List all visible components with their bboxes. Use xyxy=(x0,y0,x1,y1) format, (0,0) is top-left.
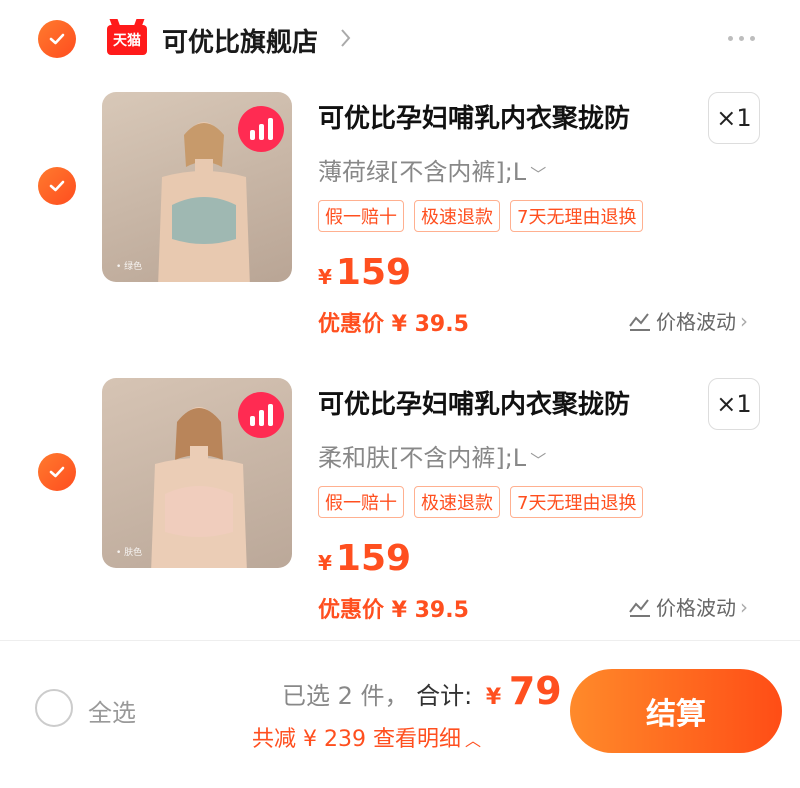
checkout-bar: 全选 已选 2 件， 合计: ¥ 79 共减 ¥ 239 查看明细 ︿ 结算 xyxy=(0,640,800,788)
price-trend-link[interactable]: 价格波动 › xyxy=(628,306,748,335)
tmall-logo: 天猫 xyxy=(107,25,147,55)
service-tags: 假一赔十 极速退款 7天无理由退换 xyxy=(318,486,644,518)
promo-price: 优惠价 ¥ 39.5 xyxy=(318,598,469,623)
service-tag: 假一赔十 xyxy=(318,486,404,518)
image-caption: • 绿色 xyxy=(116,262,143,272)
discount-details-link[interactable]: 共减 ¥ 239 查看明细 ︿ xyxy=(252,721,481,753)
service-tag: 极速退款 xyxy=(414,200,500,232)
variant-label: 柔和肤[不含内裤];L xyxy=(318,444,527,472)
more-options-icon[interactable] xyxy=(728,36,755,41)
cart-item[interactable]: • 肤色 可优比孕妇哺乳内衣聚拢防 ×1 柔和肤[不含内裤];L ﹀ 假一赔十 极… xyxy=(0,378,800,638)
quantity-button[interactable]: ×1 xyxy=(708,92,760,144)
live-badge-icon xyxy=(238,392,284,438)
product-image[interactable]: • 绿色 xyxy=(102,92,292,282)
check-icon xyxy=(49,33,65,45)
quantity-button[interactable]: ×1 xyxy=(708,378,760,430)
service-tag: 7天无理由退换 xyxy=(510,200,644,232)
service-tag: 假一赔十 xyxy=(318,200,404,232)
check-icon xyxy=(49,466,65,478)
total-label: 合计: xyxy=(416,682,473,710)
item-checkbox[interactable] xyxy=(38,453,76,491)
variant-selector[interactable]: 柔和肤[不含内裤];L ﹀ xyxy=(318,438,546,473)
product-title[interactable]: 可优比孕妇哺乳内衣聚拢防 xyxy=(318,384,630,421)
price-trend-link[interactable]: 价格波动 › xyxy=(628,592,748,621)
item-checkbox[interactable] xyxy=(38,167,76,205)
variant-selector[interactable]: 薄荷绿[不含内裤];L ﹀ xyxy=(318,152,546,187)
image-caption: • 肤色 xyxy=(116,548,143,558)
chevron-right-icon[interactable] xyxy=(338,24,354,52)
select-all-label[interactable]: 全选 xyxy=(88,693,136,728)
total-currency: ¥ xyxy=(485,685,502,710)
item-price: ¥159 xyxy=(318,538,412,579)
total-amount: 79 xyxy=(508,669,562,713)
check-icon xyxy=(49,180,65,192)
product-image[interactable]: • 肤色 xyxy=(102,378,292,568)
live-badge-icon xyxy=(238,106,284,152)
variant-label: 薄荷绿[不含内裤];L xyxy=(318,158,527,186)
service-tags: 假一赔十 极速退款 7天无理由退换 xyxy=(318,200,644,232)
select-all-radio[interactable] xyxy=(35,689,73,727)
store-header[interactable]: 天猫 可优比旗舰店 xyxy=(0,0,800,80)
cart-store-card: 天猫 可优比旗舰店 • 绿色 可优比孕妇哺乳内衣聚拢防 ×1 薄荷绿[不含内裤]… xyxy=(0,0,800,640)
chevron-up-icon: ︿ xyxy=(464,731,481,750)
service-tag: 极速退款 xyxy=(414,486,500,518)
promo-price: 优惠价 ¥ 39.5 xyxy=(318,312,469,337)
item-price: ¥159 xyxy=(318,252,412,293)
product-title[interactable]: 可优比孕妇哺乳内衣聚拢防 xyxy=(318,98,630,135)
checkout-button[interactable]: 结算 xyxy=(570,669,782,753)
selected-count: 已选 2 件， xyxy=(282,682,409,710)
order-summary: 已选 2 件， 合计: ¥ 79 xyxy=(282,669,562,713)
chevron-down-icon: ﹀ xyxy=(530,165,547,184)
price-chart-icon xyxy=(629,598,650,617)
service-tag: 7天无理由退换 xyxy=(510,486,644,518)
store-checkbox[interactable] xyxy=(38,20,76,58)
store-name[interactable]: 可优比旗舰店 xyxy=(162,22,318,59)
chevron-down-icon: ﹀ xyxy=(530,451,547,470)
price-chart-icon xyxy=(629,312,650,331)
cart-item[interactable]: • 绿色 可优比孕妇哺乳内衣聚拢防 ×1 薄荷绿[不含内裤];L ﹀ 假一赔十 极… xyxy=(0,92,800,352)
